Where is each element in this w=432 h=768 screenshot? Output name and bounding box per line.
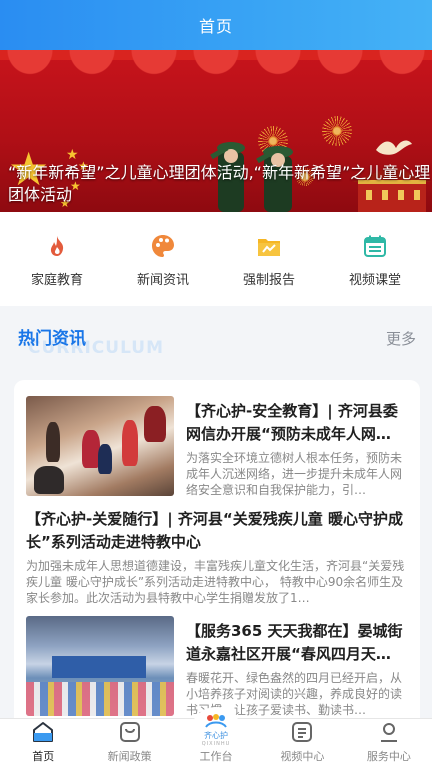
- report-folder-icon: [254, 231, 284, 261]
- section-title: 热门资讯: [18, 329, 86, 349]
- quick-nav-video-class[interactable]: 视频课堂: [323, 231, 427, 288]
- news-thumbnail: [26, 616, 174, 716]
- video-list-icon: [289, 719, 315, 745]
- bag-icon: [117, 719, 143, 745]
- tab-label: 工作台: [199, 750, 233, 763]
- news-item[interactable]: 【齐心护-安全教育】| 齐河县委网信办开展“预防未成年人网… 为落实全环境立德树…: [14, 396, 420, 500]
- news-item[interactable]: 【齐心护-关爱随行】| 齐河县“关爱残疾儿童 暖心守护成长”系列活动走进特教中心…: [14, 508, 420, 610]
- tab-label: 首页: [32, 750, 55, 763]
- logo-subtext: QIXINHU: [201, 741, 231, 747]
- quick-nav-label: 视频课堂: [348, 272, 401, 288]
- logo-icon: [205, 714, 227, 728]
- dove-icon: [376, 140, 412, 155]
- tab-service-center[interactable]: 服务中心: [346, 719, 432, 768]
- flame-icon: [42, 231, 72, 261]
- home-icon: [30, 719, 56, 745]
- tab-video-center[interactable]: 视频中心: [259, 719, 345, 768]
- hot-news-header: CURRICULUM 热门资讯 更多: [0, 316, 432, 364]
- tab-news-policy[interactable]: 新闻政策: [86, 719, 172, 768]
- tab-home[interactable]: 首页: [0, 719, 86, 768]
- firework-decoration: [322, 116, 352, 146]
- news-list: 【齐心护-安全教育】| 齐河县委网信办开展“预防未成年人网… 为落实全环境立德树…: [14, 380, 420, 740]
- quick-nav-news[interactable]: 新闻资讯: [111, 231, 215, 288]
- news-item[interactable]: 【服务365 天天我都在】晏城街道永嘉社区开展“春风四月天… 春暖花开、绿色盎然…: [14, 616, 420, 720]
- news-summary: 为落实全环境立德树人根本任务，预防未成年人沉迷网络，进一步提升未成年人网络安全意…: [186, 451, 403, 497]
- quick-nav-family-education[interactable]: 家庭教育: [5, 231, 109, 288]
- news-thumbnail: [26, 396, 174, 496]
- quick-nav-label: 新闻资讯: [136, 272, 189, 288]
- calendar-icon: [360, 231, 390, 261]
- tab-workbench[interactable]: 齐心护 QIXINHU 工作台: [173, 707, 259, 768]
- star-icon: ★: [66, 147, 79, 163]
- news-title: 【齐心护-关爱随行】| 齐河县“关爱残疾儿童 暖心守护成长”系列活动走进特教中心: [26, 510, 404, 551]
- user-icon: [376, 719, 402, 745]
- quick-nav: 家庭教育 新闻资讯 强制报告 视频课堂: [0, 212, 432, 306]
- more-link[interactable]: 更多: [386, 328, 416, 349]
- palette-icon: [148, 231, 178, 261]
- bottom-tab-bar: 首页 新闻政策 齐心护 QIXINHU 工作台 视频中心 服务中心: [0, 707, 432, 768]
- tab-label: 视频中心: [280, 750, 325, 763]
- tab-label: 服务中心: [366, 750, 411, 763]
- quick-nav-label: 家庭教育: [30, 272, 83, 288]
- banner-carousel[interactable]: ★ ★ ★ ★ ★ “新年新希望”之儿童心理团体活动,“新年新希望”之儿童心理团…: [0, 50, 432, 212]
- quick-nav-label: 强制报告: [242, 272, 295, 288]
- tab-label: 新闻政策: [107, 750, 152, 763]
- page-title: 首页: [198, 17, 233, 36]
- quick-nav-mandatory-report[interactable]: 强制报告: [217, 231, 321, 288]
- news-title: 【服务365 天天我都在】晏城街道永嘉社区开展“春风四月天…: [186, 622, 403, 663]
- news-title: 【齐心护-安全教育】| 齐河县委网信办开展“预防未成年人网…: [186, 402, 398, 443]
- app-header: 首页: [0, 0, 432, 50]
- banner-curtain: [0, 50, 432, 84]
- news-summary: 为加强未成年人思想道德建设，丰富残疾儿童文化生活，齐河县“关爱残疾儿童 暖心守护…: [26, 559, 405, 605]
- banner-caption: “新年新希望”之儿童心理团体活动,“新年新希望”之儿童心理团体活动: [8, 163, 431, 204]
- logo-text: 齐心护: [204, 731, 229, 740]
